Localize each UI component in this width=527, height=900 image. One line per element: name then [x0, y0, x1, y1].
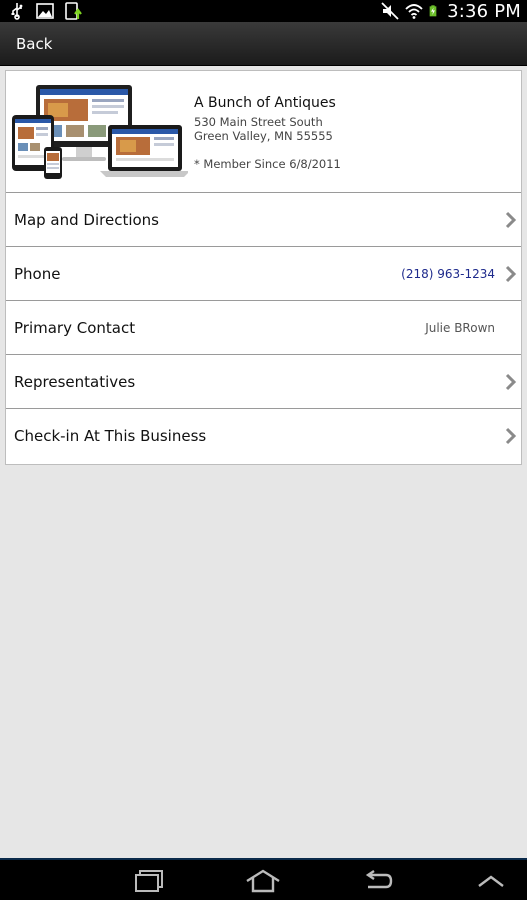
row-label: Representatives [14, 373, 136, 391]
home-button[interactable] [238, 866, 288, 896]
navigation-bar [0, 858, 527, 900]
battery-charging-icon [429, 5, 437, 17]
wifi-icon [405, 4, 423, 19]
status-clock: 3:36 PM [447, 0, 521, 22]
home-icon [246, 869, 280, 893]
chevron-right-icon [505, 265, 517, 283]
phone-number[interactable]: (218) 963-1234 [401, 247, 495, 301]
status-bar: 3:36 PM [0, 0, 527, 22]
usb-icon [11, 3, 23, 20]
download-icon [65, 2, 82, 20]
back-button[interactable]: Back [0, 22, 68, 66]
business-card: A Bunch of Antiques 530 Main Street Sout… [5, 70, 522, 465]
website-devices-thumbnail [12, 85, 188, 179]
business-name: A Bunch of Antiques [194, 95, 336, 111]
row-map-directions[interactable]: Map and Directions [6, 193, 521, 247]
mute-icon [381, 2, 399, 20]
row-label: Phone [14, 265, 61, 283]
row-primary-contact: Primary Contact Julie BRown [6, 301, 521, 355]
address-line-1: 530 Main Street South [194, 115, 323, 129]
recent-apps-button[interactable] [124, 866, 174, 896]
back-icon [365, 870, 393, 889]
row-label: Map and Directions [14, 211, 159, 229]
row-phone[interactable]: Phone (218) 963-1234 [6, 247, 521, 301]
action-bar: Back [0, 22, 527, 66]
back-nav-button[interactable] [352, 866, 402, 896]
status-icons-left [8, 2, 82, 20]
business-header: A Bunch of Antiques 530 Main Street Sout… [6, 71, 521, 193]
row-label: Primary Contact [14, 319, 136, 337]
contact-name: Julie BRown [425, 321, 495, 335]
chevron-right-icon [505, 427, 517, 445]
menu-up-icon [478, 875, 504, 887]
menu-up-button[interactable] [466, 866, 516, 896]
chevron-right-icon [505, 373, 517, 391]
member-since: * Member Since 6/8/2011 [194, 157, 341, 171]
row-check-in[interactable]: Check-in At This Business [6, 409, 521, 463]
status-icons-right: 3:36 PM [381, 0, 521, 22]
recent-apps-icon [135, 870, 163, 892]
row-label: Check-in At This Business [14, 427, 207, 445]
chevron-right-icon [505, 211, 517, 229]
gallery-icon [36, 3, 54, 19]
address-line-2: Green Valley, MN 55555 [194, 129, 333, 143]
row-representatives[interactable]: Representatives [6, 355, 521, 409]
